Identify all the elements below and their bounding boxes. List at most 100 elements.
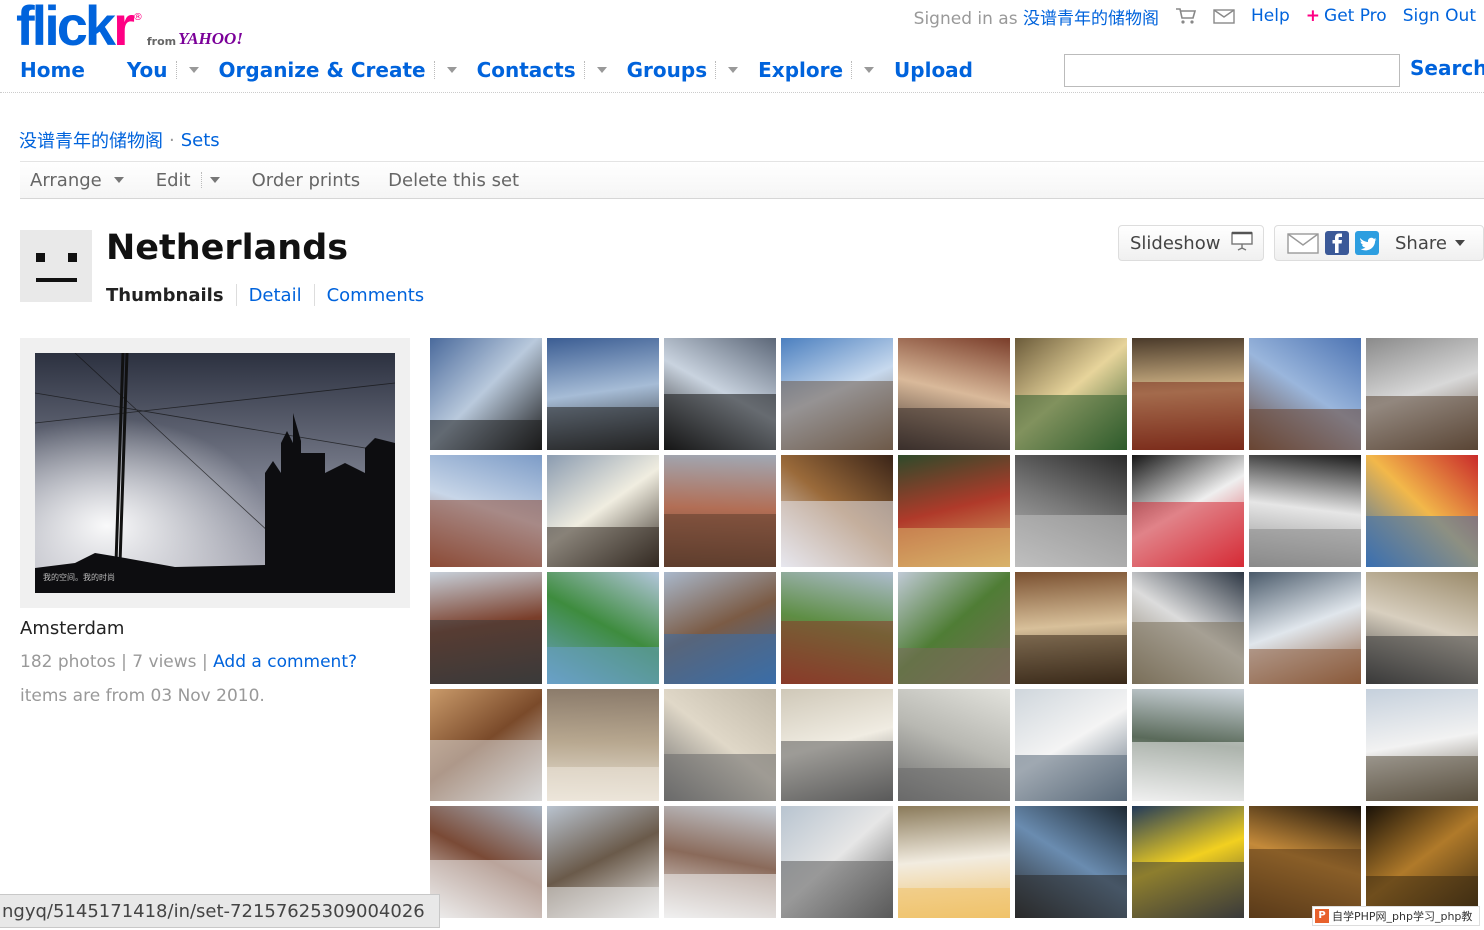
get-pro-link[interactable]: + Get Pro xyxy=(1306,6,1387,26)
photo-thumbnail[interactable] xyxy=(664,338,776,450)
photo-thumbnail-shade xyxy=(898,408,1010,450)
cart-icon[interactable] xyxy=(1175,7,1197,25)
photo-thumbnail[interactable] xyxy=(1249,572,1361,684)
photo-thumbnail[interactable] xyxy=(781,572,893,684)
search-button[interactable]: Search xyxy=(1410,56,1484,80)
photo-thumbnail[interactable] xyxy=(430,338,542,450)
nav-groups[interactable]: Groups xyxy=(627,58,707,82)
tab-detail[interactable]: Detail xyxy=(249,285,302,306)
flickr-logo[interactable]: flickr ® from YAHOO! xyxy=(16,0,243,54)
photo-thumbnail[interactable] xyxy=(664,806,776,918)
photo-thumbnail[interactable] xyxy=(1132,689,1244,801)
chevron-down-icon[interactable] xyxy=(446,67,457,73)
nav-upload[interactable]: Upload xyxy=(894,58,973,82)
set-owner-avatar[interactable] xyxy=(20,230,92,302)
account-bar: Signed in as 没谱青年的储物阁 Help + Get Pro Sign… xyxy=(914,4,1476,29)
photo-thumbnail-shade xyxy=(781,621,893,684)
photo-thumbnail[interactable] xyxy=(547,338,659,450)
twitter-icon[interactable] xyxy=(1355,231,1379,255)
watermark-text: 自学PHP网_php学习_php教 xyxy=(1332,910,1473,923)
photo-thumbnail[interactable] xyxy=(781,455,893,567)
photo-thumbnail[interactable] xyxy=(547,572,659,684)
photo-thumbnail-shade xyxy=(1366,756,1478,801)
search-input[interactable] xyxy=(1064,54,1400,87)
edit-divider xyxy=(200,172,202,188)
help-link[interactable]: Help xyxy=(1251,6,1290,26)
photo-thumbnail[interactable] xyxy=(1249,455,1361,567)
photo-thumbnail-shade xyxy=(430,500,542,567)
photo-thumbnail[interactable] xyxy=(1132,806,1244,918)
photo-thumbnail[interactable] xyxy=(1132,572,1244,684)
photo-thumbnail[interactable] xyxy=(430,806,542,918)
photo-thumbnail[interactable] xyxy=(898,689,1010,801)
nav-contacts[interactable]: Contacts xyxy=(477,58,576,82)
photo-thumbnail[interactable] xyxy=(1249,338,1361,450)
photo-thumbnail[interactable] xyxy=(547,806,659,918)
arrange-menu[interactable]: Arrange xyxy=(30,170,128,191)
photo-thumbnail[interactable] xyxy=(898,455,1010,567)
site-watermark: P 自学PHP网_php学习_php教 xyxy=(1312,906,1480,926)
photo-count: 182 photos xyxy=(20,652,116,672)
photo-thumbnail[interactable] xyxy=(1132,455,1244,567)
breadcrumb-owner[interactable]: 没谱青年的储物阁 xyxy=(19,127,163,153)
main-nav: Home You Organize & Create Contacts Grou… xyxy=(20,56,973,84)
photo-thumbnail[interactable] xyxy=(430,689,542,801)
nav-contacts-label: Contacts xyxy=(476,58,576,82)
photo-thumbnail[interactable] xyxy=(430,572,542,684)
share-label[interactable]: Share xyxy=(1395,233,1447,254)
photo-thumbnail[interactable] xyxy=(1132,338,1244,450)
photo-thumbnail[interactable] xyxy=(547,455,659,567)
sign-out-link[interactable]: Sign Out xyxy=(1403,6,1476,26)
nav-organize[interactable]: Organize & Create xyxy=(219,58,426,82)
photo-thumbnail[interactable] xyxy=(781,689,893,801)
photo-thumbnail[interactable] xyxy=(1366,806,1478,918)
order-prints-button[interactable]: Order prints xyxy=(252,170,361,191)
photo-thumbnail[interactable] xyxy=(1015,455,1127,567)
photo-thumbnail[interactable] xyxy=(1366,689,1478,801)
facebook-icon[interactable] xyxy=(1325,231,1349,255)
photo-thumbnail[interactable] xyxy=(664,689,776,801)
photo-thumbnail[interactable] xyxy=(1366,572,1478,684)
photo-thumbnail[interactable] xyxy=(547,689,659,801)
mail-icon[interactable] xyxy=(1213,7,1235,25)
nav-explore[interactable]: Explore xyxy=(758,58,843,82)
photo-thumbnail[interactable] xyxy=(1015,806,1127,918)
chevron-down-icon[interactable] xyxy=(864,67,875,73)
tab-comments[interactable]: Comments xyxy=(327,285,425,306)
photo-thumbnail[interactable] xyxy=(781,338,893,450)
photo-thumbnail[interactable] xyxy=(1249,689,1361,801)
photo-thumbnail[interactable] xyxy=(1015,689,1127,801)
photo-thumbnail[interactable] xyxy=(1015,572,1127,684)
set-action-bar: Arrange Edit Order prints Delete this se… xyxy=(20,161,1484,199)
tab-thumbnails[interactable]: Thumbnails xyxy=(106,285,224,306)
signed-in-username[interactable]: 没谱青年的储物阁 xyxy=(1023,9,1159,29)
delete-set-button[interactable]: Delete this set xyxy=(388,170,519,191)
nav-you[interactable]: You xyxy=(127,58,168,82)
chevron-down-icon[interactable] xyxy=(188,67,199,73)
nav-divider xyxy=(851,61,853,79)
photo-thumbnail[interactable] xyxy=(1366,338,1478,450)
nav-home[interactable]: Home xyxy=(20,58,85,82)
photo-thumbnail-shade xyxy=(430,620,542,684)
photo-thumbnail[interactable] xyxy=(430,455,542,567)
chevron-down-icon[interactable] xyxy=(728,67,739,73)
photo-thumbnail[interactable] xyxy=(1366,455,1478,567)
photo-thumbnail[interactable] xyxy=(781,806,893,918)
photo-thumbnail[interactable] xyxy=(664,455,776,567)
photo-thumbnail[interactable] xyxy=(898,338,1010,450)
set-feature-photo[interactable]: 我的空间。我的时尚 xyxy=(35,353,395,593)
add-comment-link[interactable]: Add a comment? xyxy=(213,652,357,672)
slideshow-button[interactable]: Slideshow xyxy=(1118,225,1264,261)
photo-thumbnail[interactable] xyxy=(664,572,776,684)
chevron-down-icon[interactable] xyxy=(596,67,607,73)
edit-menu[interactable]: Edit xyxy=(156,170,224,191)
photo-thumbnail-shade xyxy=(1366,636,1478,684)
chevron-down-icon[interactable] xyxy=(1454,240,1465,246)
breadcrumb-sets[interactable]: Sets xyxy=(181,130,220,151)
photo-thumbnail[interactable] xyxy=(1249,806,1361,918)
email-share-icon[interactable] xyxy=(1287,231,1319,255)
photo-thumbnail[interactable] xyxy=(898,572,1010,684)
photo-thumbnail[interactable] xyxy=(898,806,1010,918)
watermark-logo-icon: P xyxy=(1315,909,1329,923)
photo-thumbnail[interactable] xyxy=(1015,338,1127,450)
